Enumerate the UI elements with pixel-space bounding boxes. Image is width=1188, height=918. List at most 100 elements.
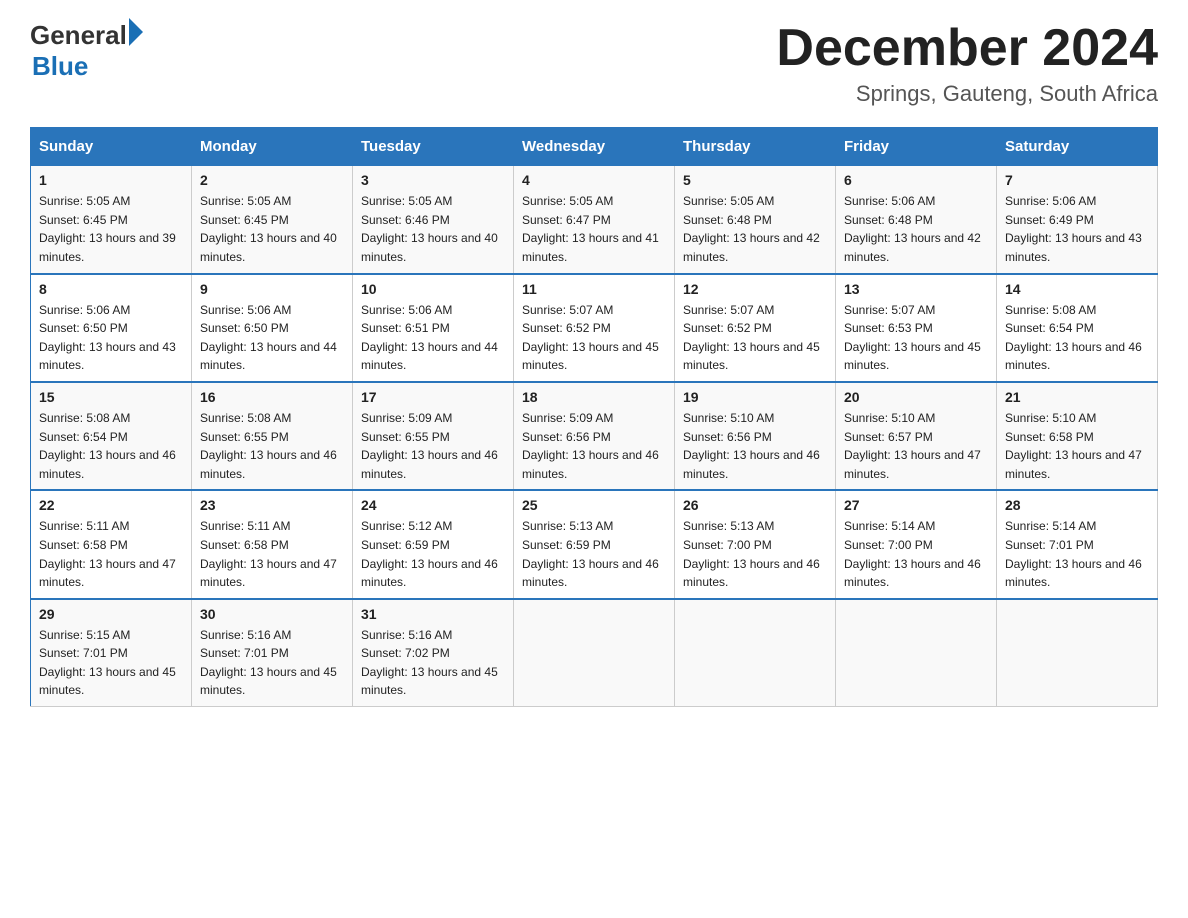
day-number: 29	[39, 606, 183, 622]
table-row	[514, 599, 675, 707]
table-row: 19 Sunrise: 5:10 AMSunset: 6:56 PMDaylig…	[675, 382, 836, 490]
calendar-table: Sunday Monday Tuesday Wednesday Thursday…	[30, 127, 1158, 707]
logo-blue: Blue	[32, 51, 143, 82]
logo: General Blue	[30, 20, 143, 82]
day-info: Sunrise: 5:05 AMSunset: 6:45 PMDaylight:…	[39, 192, 183, 266]
header-row: Sunday Monday Tuesday Wednesday Thursday…	[31, 128, 1158, 166]
table-row: 2 Sunrise: 5:05 AMSunset: 6:45 PMDayligh…	[192, 166, 353, 274]
day-info: Sunrise: 5:07 AMSunset: 6:52 PMDaylight:…	[522, 301, 666, 375]
day-info: Sunrise: 5:10 AMSunset: 6:56 PMDaylight:…	[683, 409, 827, 483]
table-row: 22 Sunrise: 5:11 AMSunset: 6:58 PMDaylig…	[31, 490, 192, 598]
table-row: 20 Sunrise: 5:10 AMSunset: 6:57 PMDaylig…	[836, 382, 997, 490]
day-info: Sunrise: 5:06 AMSunset: 6:51 PMDaylight:…	[361, 301, 505, 375]
table-row: 7 Sunrise: 5:06 AMSunset: 6:49 PMDayligh…	[997, 166, 1158, 274]
day-number: 10	[361, 281, 505, 297]
day-number: 23	[200, 497, 344, 513]
day-info: Sunrise: 5:16 AMSunset: 7:02 PMDaylight:…	[361, 626, 505, 700]
day-number: 3	[361, 172, 505, 188]
day-info: Sunrise: 5:10 AMSunset: 6:57 PMDaylight:…	[844, 409, 988, 483]
day-number: 30	[200, 606, 344, 622]
day-number: 25	[522, 497, 666, 513]
calendar-week-row: 29 Sunrise: 5:15 AMSunset: 7:01 PMDaylig…	[31, 599, 1158, 707]
day-number: 1	[39, 172, 183, 188]
table-row: 30 Sunrise: 5:16 AMSunset: 7:01 PMDaylig…	[192, 599, 353, 707]
calendar-week-row: 22 Sunrise: 5:11 AMSunset: 6:58 PMDaylig…	[31, 490, 1158, 598]
day-number: 6	[844, 172, 988, 188]
day-number: 9	[200, 281, 344, 297]
table-row: 29 Sunrise: 5:15 AMSunset: 7:01 PMDaylig…	[31, 599, 192, 707]
day-number: 4	[522, 172, 666, 188]
table-row: 5 Sunrise: 5:05 AMSunset: 6:48 PMDayligh…	[675, 166, 836, 274]
day-info: Sunrise: 5:08 AMSunset: 6:55 PMDaylight:…	[200, 409, 344, 483]
day-info: Sunrise: 5:09 AMSunset: 6:55 PMDaylight:…	[361, 409, 505, 483]
table-row: 26 Sunrise: 5:13 AMSunset: 7:00 PMDaylig…	[675, 490, 836, 598]
day-info: Sunrise: 5:11 AMSunset: 6:58 PMDaylight:…	[39, 517, 183, 591]
day-info: Sunrise: 5:12 AMSunset: 6:59 PMDaylight:…	[361, 517, 505, 591]
day-info: Sunrise: 5:09 AMSunset: 6:56 PMDaylight:…	[522, 409, 666, 483]
day-info: Sunrise: 5:08 AMSunset: 6:54 PMDaylight:…	[39, 409, 183, 483]
day-info: Sunrise: 5:14 AMSunset: 7:00 PMDaylight:…	[844, 517, 988, 591]
table-row: 15 Sunrise: 5:08 AMSunset: 6:54 PMDaylig…	[31, 382, 192, 490]
table-row: 12 Sunrise: 5:07 AMSunset: 6:52 PMDaylig…	[675, 274, 836, 382]
day-info: Sunrise: 5:06 AMSunset: 6:49 PMDaylight:…	[1005, 192, 1149, 266]
day-number: 20	[844, 389, 988, 405]
day-number: 11	[522, 281, 666, 297]
day-number: 24	[361, 497, 505, 513]
day-info: Sunrise: 5:08 AMSunset: 6:54 PMDaylight:…	[1005, 301, 1149, 375]
day-number: 2	[200, 172, 344, 188]
day-number: 16	[200, 389, 344, 405]
col-sunday: Sunday	[31, 128, 192, 166]
day-info: Sunrise: 5:16 AMSunset: 7:01 PMDaylight:…	[200, 626, 344, 700]
day-info: Sunrise: 5:06 AMSunset: 6:50 PMDaylight:…	[39, 301, 183, 375]
day-number: 26	[683, 497, 827, 513]
day-info: Sunrise: 5:15 AMSunset: 7:01 PMDaylight:…	[39, 626, 183, 700]
day-info: Sunrise: 5:05 AMSunset: 6:45 PMDaylight:…	[200, 192, 344, 266]
table-row	[836, 599, 997, 707]
day-number: 12	[683, 281, 827, 297]
col-tuesday: Tuesday	[353, 128, 514, 166]
col-friday: Friday	[836, 128, 997, 166]
col-wednesday: Wednesday	[514, 128, 675, 166]
table-row: 18 Sunrise: 5:09 AMSunset: 6:56 PMDaylig…	[514, 382, 675, 490]
day-info: Sunrise: 5:07 AMSunset: 6:53 PMDaylight:…	[844, 301, 988, 375]
table-row: 8 Sunrise: 5:06 AMSunset: 6:50 PMDayligh…	[31, 274, 192, 382]
table-row: 3 Sunrise: 5:05 AMSunset: 6:46 PMDayligh…	[353, 166, 514, 274]
table-row: 4 Sunrise: 5:05 AMSunset: 6:47 PMDayligh…	[514, 166, 675, 274]
day-number: 5	[683, 172, 827, 188]
table-row: 17 Sunrise: 5:09 AMSunset: 6:55 PMDaylig…	[353, 382, 514, 490]
logo-arrow-icon	[129, 18, 143, 46]
table-row: 6 Sunrise: 5:06 AMSunset: 6:48 PMDayligh…	[836, 166, 997, 274]
table-row: 10 Sunrise: 5:06 AMSunset: 6:51 PMDaylig…	[353, 274, 514, 382]
day-info: Sunrise: 5:05 AMSunset: 6:47 PMDaylight:…	[522, 192, 666, 266]
day-info: Sunrise: 5:14 AMSunset: 7:01 PMDaylight:…	[1005, 517, 1149, 591]
col-monday: Monday	[192, 128, 353, 166]
day-number: 7	[1005, 172, 1149, 188]
day-number: 15	[39, 389, 183, 405]
table-row: 27 Sunrise: 5:14 AMSunset: 7:00 PMDaylig…	[836, 490, 997, 598]
table-row: 23 Sunrise: 5:11 AMSunset: 6:58 PMDaylig…	[192, 490, 353, 598]
table-row: 13 Sunrise: 5:07 AMSunset: 6:53 PMDaylig…	[836, 274, 997, 382]
table-row: 31 Sunrise: 5:16 AMSunset: 7:02 PMDaylig…	[353, 599, 514, 707]
day-info: Sunrise: 5:07 AMSunset: 6:52 PMDaylight:…	[683, 301, 827, 375]
table-row	[675, 599, 836, 707]
table-row: 21 Sunrise: 5:10 AMSunset: 6:58 PMDaylig…	[997, 382, 1158, 490]
table-row: 11 Sunrise: 5:07 AMSunset: 6:52 PMDaylig…	[514, 274, 675, 382]
logo-general: General	[30, 20, 127, 51]
day-number: 8	[39, 281, 183, 297]
day-info: Sunrise: 5:10 AMSunset: 6:58 PMDaylight:…	[1005, 409, 1149, 483]
day-number: 21	[1005, 389, 1149, 405]
col-thursday: Thursday	[675, 128, 836, 166]
table-row: 9 Sunrise: 5:06 AMSunset: 6:50 PMDayligh…	[192, 274, 353, 382]
day-info: Sunrise: 5:11 AMSunset: 6:58 PMDaylight:…	[200, 517, 344, 591]
day-number: 19	[683, 389, 827, 405]
table-row: 24 Sunrise: 5:12 AMSunset: 6:59 PMDaylig…	[353, 490, 514, 598]
table-row: 1 Sunrise: 5:05 AMSunset: 6:45 PMDayligh…	[31, 166, 192, 274]
day-number: 18	[522, 389, 666, 405]
table-row	[997, 599, 1158, 707]
day-info: Sunrise: 5:05 AMSunset: 6:46 PMDaylight:…	[361, 192, 505, 266]
calendar-week-row: 1 Sunrise: 5:05 AMSunset: 6:45 PMDayligh…	[31, 166, 1158, 274]
day-info: Sunrise: 5:05 AMSunset: 6:48 PMDaylight:…	[683, 192, 827, 266]
page-header: General Blue December 2024 Springs, Gaut…	[30, 20, 1158, 107]
table-row: 14 Sunrise: 5:08 AMSunset: 6:54 PMDaylig…	[997, 274, 1158, 382]
day-number: 31	[361, 606, 505, 622]
